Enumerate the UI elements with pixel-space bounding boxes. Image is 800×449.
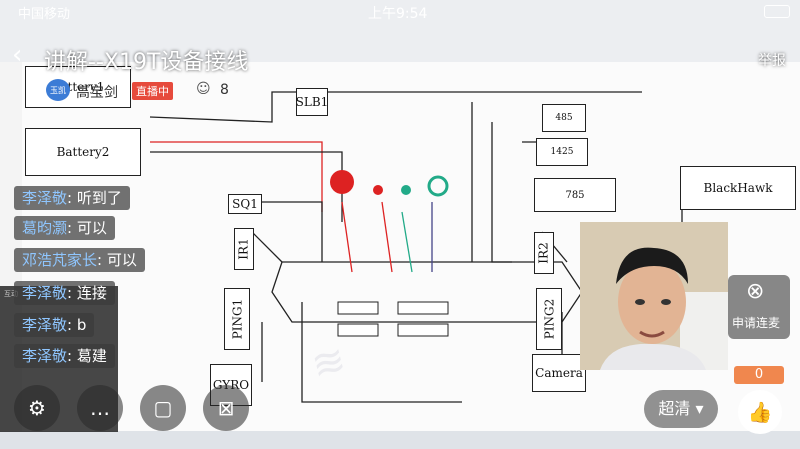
servo-1425-label: 1425: [550, 147, 574, 157]
ping2-box: PING2: [536, 288, 562, 350]
camera-label: Camera: [535, 366, 583, 380]
carrier-label: 中国移动: [18, 7, 71, 22]
quality-selector[interactable]: 超清 ▾: [644, 390, 718, 428]
comment-text: 可以: [106, 251, 137, 269]
comment-text: b: [76, 316, 87, 334]
battery2-box: Battery2: [25, 128, 141, 176]
comment-item: 李泽敬: b: [14, 313, 95, 337]
comment-text: 听到了: [76, 189, 122, 207]
clock: 上午9:54: [368, 6, 428, 22]
blackhawk-box: BlackHawk: [680, 166, 796, 210]
comment-icon[interactable]: …: [77, 385, 123, 431]
comment-user: 李泽敬: [22, 189, 68, 207]
slb1-box: SLB1: [296, 88, 328, 116]
comment-text: 连接: [76, 284, 107, 302]
comment-user: 葛昀灏: [22, 219, 68, 237]
presenter-webcam[interactable]: [580, 222, 728, 370]
slb1-label: SLB1: [295, 95, 329, 109]
ir2-label: IR2: [537, 242, 552, 264]
sq1-box: SQ1: [228, 194, 262, 214]
servo-485-box: 485: [542, 104, 586, 132]
presenter-figure: [580, 222, 728, 370]
viewer-count: 8: [220, 82, 229, 98]
back-chevron-icon[interactable]: ‹: [12, 42, 22, 68]
status-bar: 中国移动 上午9:54: [0, 0, 800, 22]
camera-box: Camera: [532, 354, 586, 392]
sq1-label: SQ1: [232, 197, 258, 211]
avatar[interactable]: 玉凯: [46, 79, 70, 101]
servo-1425-box: 1425: [536, 138, 588, 166]
servo-785-label: 785: [565, 189, 585, 201]
quality-label: 超清: [658, 399, 691, 418]
gift-count: 0: [734, 366, 784, 384]
screen-share-icon[interactable]: ⊠: [203, 385, 249, 431]
comment-text: 可以: [76, 219, 107, 237]
comment-item: 李泽敬: 葛建: [14, 344, 115, 368]
battery-icon: [764, 5, 790, 18]
windows-taskbar: [0, 431, 800, 449]
report-button[interactable]: 举报: [758, 50, 786, 70]
comment-text: 葛建: [76, 347, 107, 365]
ping1-label: PING1: [230, 298, 245, 340]
gift-icon[interactable]: ▢: [140, 385, 186, 431]
ir1-box: IR1: [234, 228, 254, 270]
like-thumb-icon[interactable]: 👍: [738, 390, 782, 434]
comment-user: 李泽敬: [22, 316, 68, 334]
ping1-box: PING1: [224, 288, 250, 350]
ir1-label: IR1: [237, 238, 252, 260]
settings-icon[interactable]: ⚙: [14, 385, 60, 431]
avatar-text: 玉凯: [50, 85, 66, 95]
apply-mic-label: 申请连麦: [732, 316, 781, 330]
comment-item: 李泽敬: 听到了: [14, 186, 130, 210]
servo-485-label: 485: [555, 113, 573, 123]
comment-item: 邓浩芃家长: 可以: [14, 248, 145, 272]
comment-item: 葛昀灏: 可以: [14, 216, 115, 240]
comment-user: 李泽敬: [22, 284, 68, 302]
ping2-label: PING2: [542, 298, 557, 340]
ir2-box: IR2: [534, 232, 554, 274]
servo-785-box: 785: [534, 178, 616, 212]
viewer-icon: ☺: [196, 81, 211, 97]
comment-user: 邓浩芃家长: [22, 251, 98, 269]
comment-item: 李泽敬: 连接: [14, 281, 115, 305]
blackhawk-label: BlackHawk: [703, 181, 773, 195]
host-name: 高宝剑: [76, 85, 118, 101]
battery2-label: Battery2: [56, 145, 110, 159]
stream-title: 讲解--X19T设备接线: [44, 50, 249, 75]
live-badge: 直播中: [132, 82, 173, 100]
mic-link-icon: ⊗: [746, 279, 765, 304]
comment-user: 李泽敬: [22, 347, 68, 365]
